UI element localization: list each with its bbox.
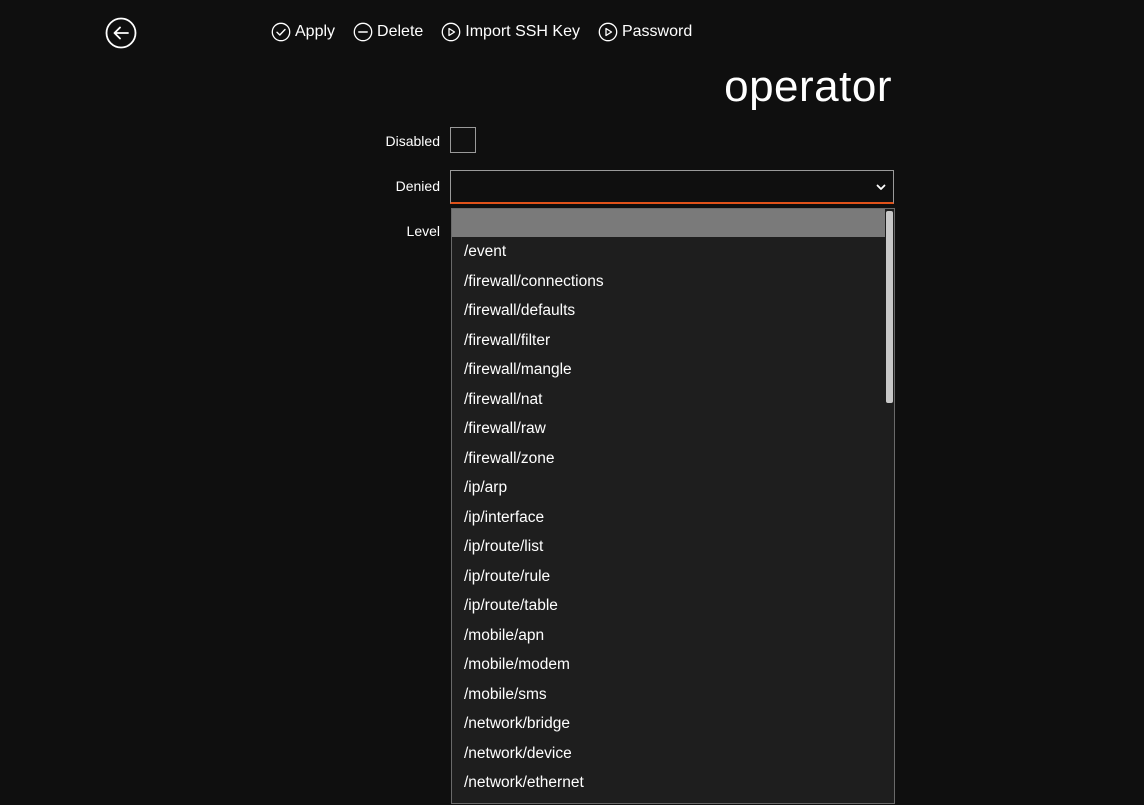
dropdown-option[interactable]: /firewall/filter [452,326,894,356]
dropdown-option[interactable]: /ip/route/rule [452,562,894,592]
chevron-down-icon [876,184,886,190]
password-button[interactable]: Password [598,22,692,42]
dropdown-option[interactable]: /firewall/mangle [452,355,894,385]
disabled-label: Disabled [385,133,440,149]
denied-select[interactable] [450,170,894,204]
dropdown-scrollbar[interactable] [885,209,894,803]
apply-button[interactable]: Apply [271,22,335,42]
dropdown-option[interactable]: /network/ethernet [452,768,894,798]
check-circle-icon [271,22,291,42]
delete-button[interactable]: Delete [353,22,423,42]
dropdown-option[interactable]: /mobile/apn [452,621,894,651]
import-ssh-key-button[interactable]: Import SSH Key [441,22,580,42]
dropdown-option[interactable]: /ip/route/table [452,591,894,621]
delete-label: Delete [377,23,424,40]
dropdown-option[interactable]: /firewall/connections [452,267,894,297]
dropdown-option[interactable]: /mobile/sms [452,680,894,710]
level-label: Level [406,223,440,239]
arrow-left-circle-icon [105,17,137,49]
dropdown-option-blank[interactable] [452,209,885,237]
scrollbar-thumb[interactable] [886,211,893,403]
denied-label: Denied [395,178,440,194]
dropdown-option[interactable]: /ip/interface [452,503,894,533]
dropdown-option[interactable]: /event [452,237,894,267]
dropdown-option[interactable]: /firewall/nat [452,385,894,415]
toolbar: Apply Delete Import SSH Key Password [271,20,692,44]
dropdown-option[interactable]: /ip/route/list [452,532,894,562]
dropdown-option[interactable]: /mobile/modem [452,650,894,680]
dropdown-option[interactable]: /firewall/raw [452,414,894,444]
play-circle-icon [441,22,461,42]
play-circle-icon [598,22,618,42]
dropdown-option[interactable]: /firewall/defaults [452,296,894,326]
dropdown-option[interactable]: /firewall/zone [452,444,894,474]
import-ssh-key-label: Import SSH Key [465,23,580,40]
denied-dropdown-list: /event /firewall/connections /firewall/d… [451,208,895,804]
dropdown-option[interactable]: /ip/arp [452,473,894,503]
password-label: Password [621,23,693,40]
minus-circle-icon [353,22,373,42]
dropdown-option[interactable]: /network/bridge [452,709,894,739]
disabled-checkbox[interactable] [450,127,476,153]
back-button[interactable] [105,17,137,49]
dropdown-option[interactable]: /network/device [452,739,894,769]
page-title: operator [724,62,892,111]
apply-label: Apply [295,23,336,40]
